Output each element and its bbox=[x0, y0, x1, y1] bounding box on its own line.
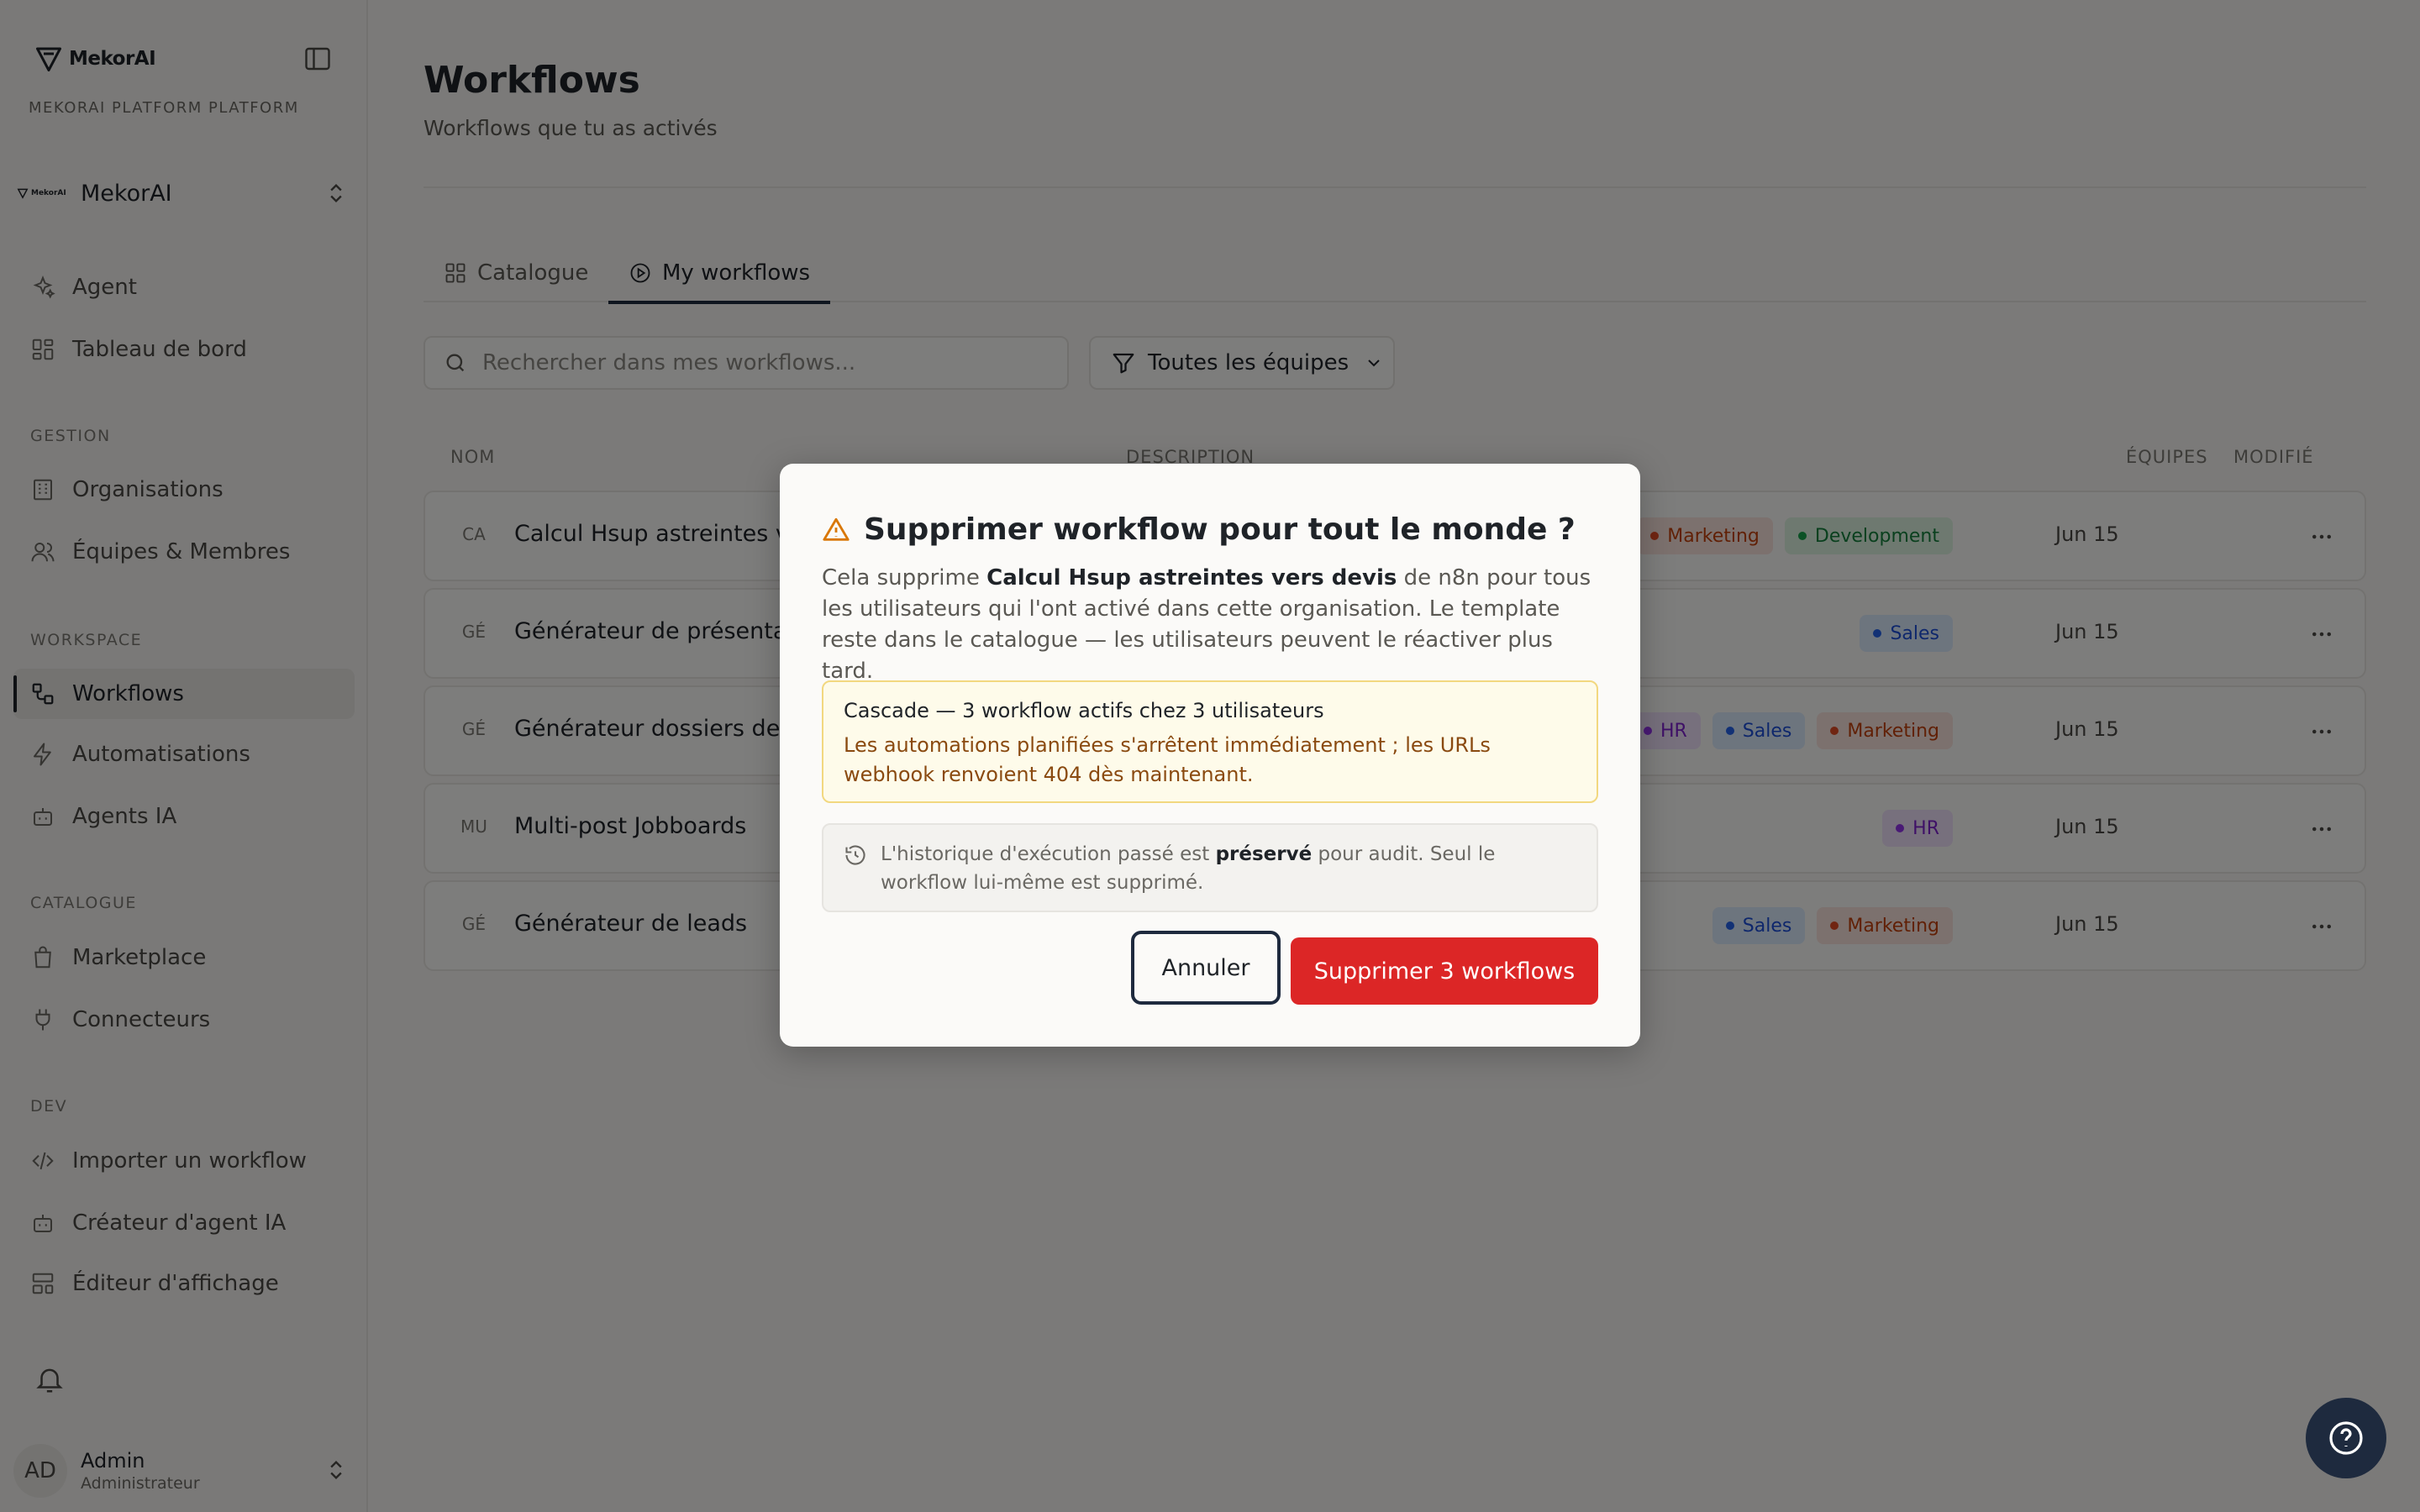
history-icon bbox=[845, 845, 865, 865]
cascade-title: Cascade — 3 workflow actifs chez 3 utili… bbox=[844, 699, 1324, 722]
history-info-box: L'historique d'exécution passé est prése… bbox=[822, 823, 1598, 912]
dialog-header: Supprimer workflow pour tout le monde ? bbox=[822, 512, 1576, 547]
history-prefix: L'historique d'exécution passé est bbox=[881, 843, 1216, 865]
cascade-text: Les automations planifiées s'arrêtent im… bbox=[844, 733, 1491, 786]
question-circle-icon bbox=[2329, 1421, 2363, 1455]
help-button[interactable] bbox=[2306, 1398, 2386, 1478]
desc-prefix: Cela supprime bbox=[822, 565, 987, 591]
dialog-title: Supprimer workflow pour tout le monde ? bbox=[864, 512, 1576, 547]
cancel-button[interactable]: Annuler bbox=[1131, 931, 1281, 1005]
delete-workflow-dialog: Supprimer workflow pour tout le monde ? … bbox=[780, 464, 1640, 1047]
delete-workflows-button[interactable]: Supprimer 3 workflows bbox=[1291, 937, 1598, 1005]
cascade-warning-box: Cascade — 3 workflow actifs chez 3 utili… bbox=[822, 680, 1598, 803]
history-bold: préservé bbox=[1215, 843, 1313, 865]
desc-workflow-name: Calcul Hsup astreintes vers devis bbox=[986, 565, 1397, 591]
warning-triangle-icon bbox=[823, 517, 850, 541]
history-text: L'historique d'exécution passé est prése… bbox=[881, 840, 1578, 897]
dialog-description: Cela supprime Calcul Hsup astreintes ver… bbox=[822, 563, 1603, 687]
